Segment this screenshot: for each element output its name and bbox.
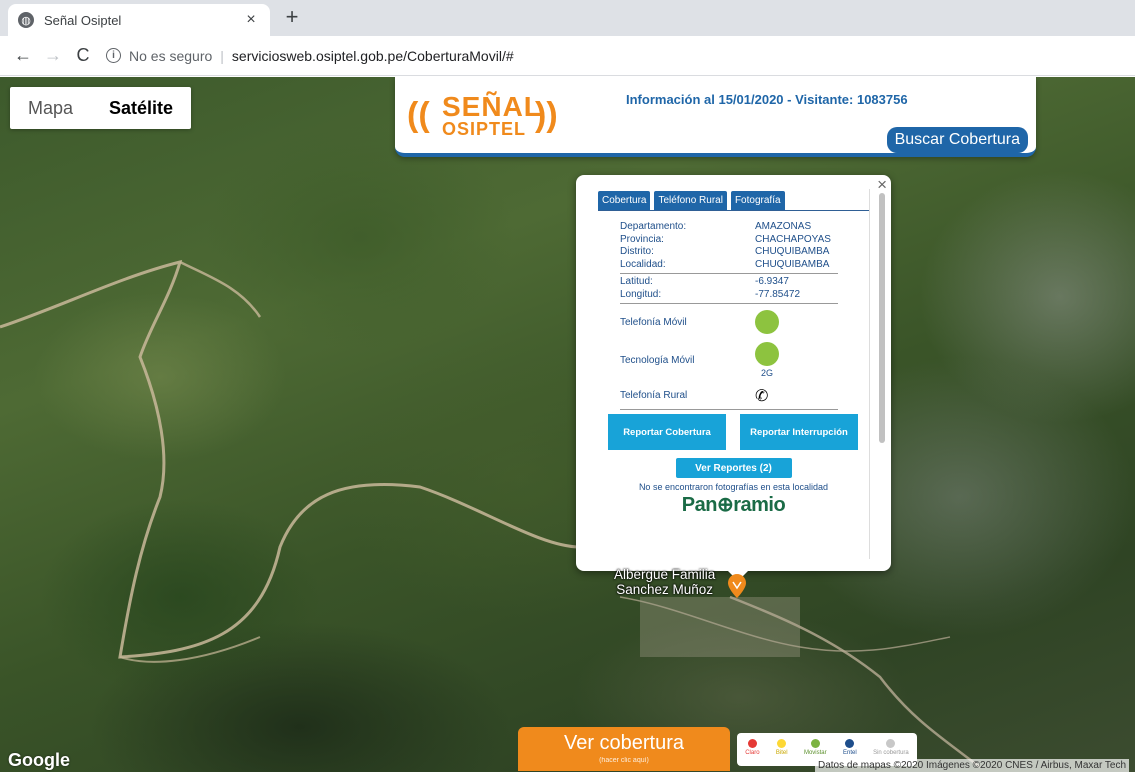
row-label: Longitud:	[620, 288, 662, 300]
map-type-control: Mapa Satélite	[10, 87, 192, 129]
tab-close-button[interactable]: ×	[242, 11, 260, 29]
address-bar[interactable]: i No es seguro | serviciosweb.osiptel.go…	[106, 41, 514, 71]
browser-tab[interactable]: ◍ Señal Osiptel ×	[8, 4, 270, 36]
legend-item-claro: Claro	[745, 739, 760, 766]
tecnologia-movil-row: Tecnología Móvil 2G	[620, 338, 838, 382]
report-buttons: Reportar Cobertura Reportar Interrupción	[608, 414, 858, 450]
info-date-visitors: Información al 15/01/2020 - Visitante: 1…	[626, 92, 908, 107]
divider	[620, 273, 838, 274]
info-window: × Cobertura Teléfono Rural Fotografía De…	[576, 175, 891, 581]
reportar-cobertura-button[interactable]: Reportar Cobertura	[608, 414, 726, 450]
coverage-status-dot	[755, 310, 779, 334]
table-row: Provincia: CHACHAPOYAS	[620, 234, 838, 247]
row-label: Latitud:	[620, 276, 653, 287]
tab-title: Señal Osiptel	[44, 12, 122, 28]
technology-indicator: 2G	[755, 342, 779, 378]
reportar-interrupcion-button[interactable]: Reportar Interrupción	[740, 414, 858, 450]
legend-label: Movistar	[803, 750, 827, 756]
row-label: Distrito:	[620, 246, 654, 257]
tab-fotografia[interactable]: Fotografía	[730, 191, 785, 210]
legend-dot	[777, 739, 787, 748]
place-label-line1: Albergue Familia	[614, 567, 716, 582]
buscar-cobertura-button[interactable]: Buscar Cobertura	[886, 127, 1028, 153]
map-type-mapa-button[interactable]: Mapa	[10, 87, 91, 129]
info-icon[interactable]: i	[106, 48, 121, 63]
telefonia-rural-label: Telefonía Rural	[620, 390, 688, 401]
legend-dot	[845, 739, 855, 748]
technology-status-dot	[755, 342, 779, 366]
reload-icon[interactable]: C	[68, 41, 98, 71]
satellite-map[interactable]: Mapa Satélite (( SEÑAL OSIPTEL )) Inform…	[0, 77, 1135, 772]
map-type-satellite-button[interactable]: Satélite	[91, 87, 191, 129]
place-label-line2: Sanchez Muñoz	[616, 582, 714, 597]
legend-label: Entel	[843, 750, 857, 756]
signal-wave-left-icon: ((	[407, 96, 430, 134]
map-attribution[interactable]: Datos de mapas ©2020 Imágenes ©2020 CNES…	[815, 759, 1130, 772]
location-table: Departamento: AMAZONAS Provincia: CHACHAPO…	[620, 221, 838, 304]
row-label: Localidad:	[620, 258, 666, 270]
row-value: -77.85472	[755, 288, 801, 300]
table-row: Longitud: -77.85472	[620, 289, 838, 302]
panoramio-logo[interactable]: Pan⊕ramio	[598, 492, 869, 517]
ver-reportes-button[interactable]: Ver Reportes (2)	[675, 458, 792, 478]
legend-label: Claro	[745, 750, 760, 756]
phone-icon: ✆	[755, 387, 769, 405]
ver-cobertura-subtitle: (hacer clic aquí)	[599, 757, 649, 764]
legend-label: Sin cobertura	[873, 750, 909, 756]
tecnologia-movil-label: Tecnología Móvil	[620, 354, 695, 366]
row-value: CHUQUIBAMBA	[755, 246, 830, 257]
back-arrow-icon[interactable]: ←	[8, 41, 38, 71]
no-photos-message: No se encontraron fotografías en esta lo…	[638, 482, 829, 492]
divider	[620, 303, 838, 304]
legend-dot	[810, 739, 820, 748]
forward-arrow-icon[interactable]: →	[38, 41, 68, 71]
row-value: AMAZONAS	[755, 221, 812, 232]
browser-toolbar: ← → C i No es seguro | serviciosweb.osip…	[0, 36, 1135, 76]
row-value: -6.9347	[755, 276, 789, 287]
ver-cobertura-title: Ver cobertura	[563, 732, 685, 754]
url-text[interactable]: serviciosweb.osiptel.gob.pe/CoberturaMov…	[232, 48, 514, 64]
header-banner: (( SEÑAL OSIPTEL )) Información al 15/01…	[395, 77, 1036, 157]
logo-line2: OSIPTEL	[442, 119, 527, 139]
legend-dot	[886, 739, 896, 748]
ver-cobertura-button[interactable]: Ver cobertura (hacer clic aquí)	[518, 727, 730, 771]
tab-telefono-rural[interactable]: Teléfono Rural	[654, 191, 727, 210]
table-row: Localidad: CHUQUIBAMBA	[620, 259, 838, 272]
info-window-content: Cobertura Teléfono Rural Fotografía Depa…	[598, 189, 870, 559]
tab-cobertura[interactable]: Cobertura	[598, 191, 651, 210]
info-window-scrollbar[interactable]	[879, 193, 885, 443]
legend-label: Bitel	[775, 750, 788, 756]
row-value: CHUQUIBAMBA	[755, 258, 830, 270]
tab-strip: ◍ Señal Osiptel × +	[0, 0, 1135, 36]
senal-osiptel-logo: (( SEÑAL OSIPTEL ))	[405, 89, 565, 145]
place-label[interactable]: Albergue Familia Sanchez Muñoz	[614, 567, 715, 597]
new-tab-button[interactable]: +	[280, 6, 304, 30]
close-icon[interactable]: ×	[877, 175, 887, 195]
table-row: Distrito: CHUQUIBAMBA	[620, 246, 838, 259]
table-row: Departamento: AMAZONAS	[620, 221, 838, 234]
technology-value: 2G	[760, 368, 773, 378]
telefonia-movil-label: Telefonía Móvil	[620, 316, 687, 328]
telefonia-rural-row: Telefonía Rural ✆	[620, 382, 838, 410]
signal-wave-right-icon: ))	[535, 96, 558, 134]
legend-item-bitel: Bitel	[776, 739, 788, 766]
globe-icon: ◍	[18, 12, 34, 28]
location-pin-icon[interactable]	[728, 574, 746, 598]
row-value: CHACHAPOYAS	[755, 233, 831, 245]
telefonia-movil-row: Telefonía Móvil	[620, 306, 838, 338]
info-tabs: Cobertura Teléfono Rural Fotografía	[598, 189, 869, 211]
table-row: Latitud: -6.9347	[620, 276, 838, 289]
row-label: Provincia:	[620, 233, 664, 245]
legend-dot	[747, 739, 757, 748]
row-label: Departamento:	[620, 221, 687, 232]
security-label[interactable]: No es seguro	[129, 48, 212, 64]
google-logo[interactable]: Google	[8, 750, 70, 771]
omnibox-separator: |	[220, 47, 224, 64]
map-roads	[0, 196, 981, 769]
